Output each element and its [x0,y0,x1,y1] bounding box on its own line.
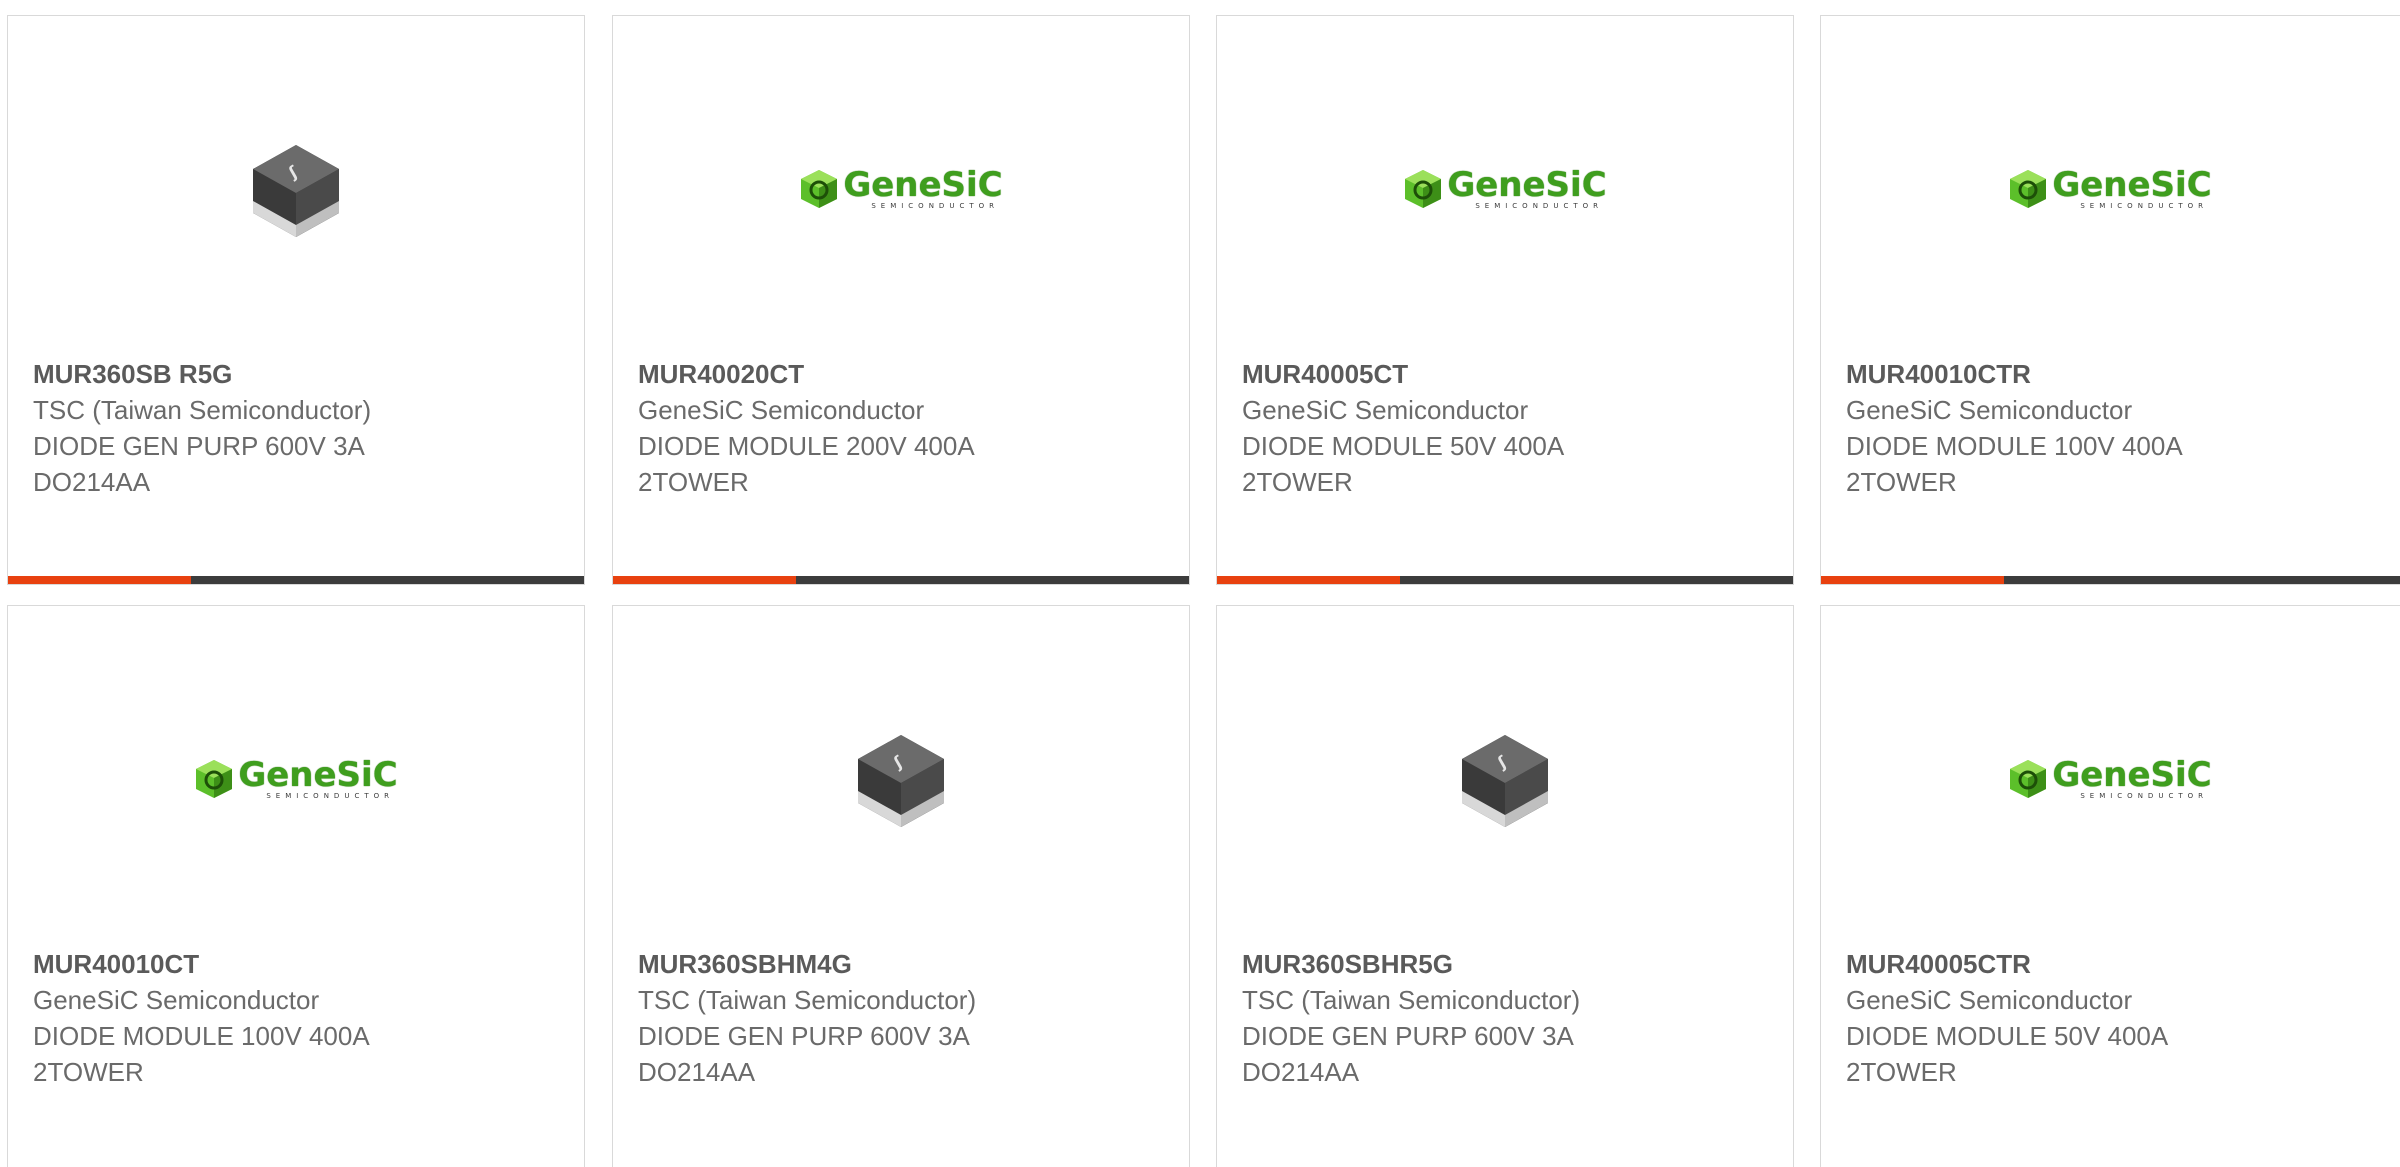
description: DIODE MODULE 200V 400A [638,431,975,461]
package: DO214AA [1242,1057,1360,1087]
product-image: GeneSiC SEMICONDUCTOR [8,606,584,936]
genesic-logo: GeneSiC SEMICONDUCTOR [2008,165,2212,210]
logo-wordmark: GeneSiC [2052,755,2212,795]
part-number-link[interactable]: MUR40005CT [1242,356,1773,392]
product-card[interactable]: GeneSiC SEMICONDUCTOR MUR40010CT GeneSiC… [7,605,585,1167]
card-bottom-bar [613,576,1189,584]
package: 2TOWER [1846,467,1957,497]
part-number-link[interactable]: MUR360SBHM4G [638,946,1169,982]
description: DIODE GEN PURP 600V 3A [33,431,365,461]
manufacturer: GeneSiC Semiconductor [33,985,320,1015]
diode-package-icon: ʃ [1462,735,1548,827]
manufacturer: TSC (Taiwan Semiconductor) [33,395,372,425]
package: 2TOWER [33,1057,144,1087]
card-accent-bar [1821,576,2004,584]
description: DIODE MODULE 100V 400A [33,1021,370,1051]
genesic-logo: GeneSiC SEMICONDUCTOR [2008,755,2212,800]
product-card[interactable]: ʃ MUR360SB R5G TSC (Taiwan Semiconductor… [7,15,585,585]
description: DIODE MODULE 50V 400A [1242,431,1565,461]
product-image: GeneSiC SEMICONDUCTOR [1217,16,1793,346]
card-accent-bar [613,576,796,584]
logo-subtitle: SEMICONDUCTOR [266,792,394,800]
genesic-logo: GeneSiC SEMICONDUCTOR [799,165,1003,210]
manufacturer: TSC (Taiwan Semiconductor) [1242,985,1581,1015]
package: DO214AA [638,1057,756,1087]
logo-subtitle: SEMICONDUCTOR [2080,202,2208,210]
logo-subtitle: SEMICONDUCTOR [1475,202,1603,210]
product-card[interactable]: ʃ MUR360SBHM4G TSC (Taiwan Semiconductor… [612,605,1190,1167]
logo-wordmark: GeneSiC [843,165,1003,205]
part-number-link[interactable]: MUR40005CTR [1846,946,2389,982]
product-image: ʃ [8,16,584,346]
description: DIODE MODULE 50V 400A [1846,1021,2169,1051]
hexagon-logo-icon [2010,760,2047,798]
card-bottom-bar [1217,576,1793,584]
hexagon-logo-icon [2010,170,2047,208]
genesic-logo: GeneSiC SEMICONDUCTOR [1403,165,1607,210]
product-card[interactable]: GeneSiC SEMICONDUCTOR MUR40005CT GeneSiC… [1216,15,1794,585]
part-number-link[interactable]: MUR40020CT [638,356,1169,392]
package: 2TOWER [1242,467,1353,497]
part-number-link[interactable]: MUR360SBHR5G [1242,946,1773,982]
package: DO214AA [33,467,151,497]
card-accent-bar [1217,576,1400,584]
logo-subtitle: SEMICONDUCTOR [2080,792,2208,800]
logo-wordmark: GeneSiC [2052,165,2212,205]
logo-wordmark: GeneSiC [1447,165,1607,205]
part-number-link[interactable]: MUR40010CT [33,946,564,982]
product-image: GeneSiC SEMICONDUCTOR [1821,16,2399,346]
product-image: ʃ [613,606,1189,936]
part-number-link[interactable]: MUR360SB R5G [33,356,564,392]
manufacturer: GeneSiC Semiconductor [1242,395,1529,425]
diode-package-icon: ʃ [858,735,944,827]
card-bottom-bar [8,576,584,584]
logo-subtitle: SEMICONDUCTOR [871,202,999,210]
package: 2TOWER [638,467,749,497]
card-accent-bar [8,576,191,584]
description: DIODE GEN PURP 600V 3A [1242,1021,1574,1051]
diode-package-icon: ʃ [253,145,339,237]
product-card[interactable]: ʃ MUR360SBHR5G TSC (Taiwan Semiconductor… [1216,605,1794,1167]
product-image: GeneSiC SEMICONDUCTOR [1821,606,2399,936]
logo-wordmark: GeneSiC [238,755,398,795]
description: DIODE GEN PURP 600V 3A [638,1021,970,1051]
hexagon-logo-icon [196,760,233,798]
manufacturer: GeneSiC Semiconductor [1846,985,2133,1015]
manufacturer: GeneSiC Semiconductor [1846,395,2133,425]
product-grid: ʃ MUR360SB R5G TSC (Taiwan Semiconductor… [0,0,2400,1167]
product-image: ʃ [1217,606,1793,936]
genesic-logo: GeneSiC SEMICONDUCTOR [194,755,398,800]
hexagon-logo-icon [1405,170,1442,208]
manufacturer: GeneSiC Semiconductor [638,395,925,425]
description: DIODE MODULE 100V 400A [1846,431,2183,461]
product-card[interactable]: GeneSiC SEMICONDUCTOR MUR40010CTR GeneSi… [1820,15,2400,585]
package: 2TOWER [1846,1057,1957,1087]
manufacturer: TSC (Taiwan Semiconductor) [638,985,977,1015]
product-image: GeneSiC SEMICONDUCTOR [613,16,1189,346]
card-bottom-bar [1821,576,2400,584]
product-card[interactable]: GeneSiC SEMICONDUCTOR MUR40020CT GeneSiC… [612,15,1190,585]
hexagon-logo-icon [801,170,838,208]
product-card[interactable]: GeneSiC SEMICONDUCTOR MUR40005CTR GeneSi… [1820,605,2400,1167]
part-number-link[interactable]: MUR40010CTR [1846,356,2389,392]
